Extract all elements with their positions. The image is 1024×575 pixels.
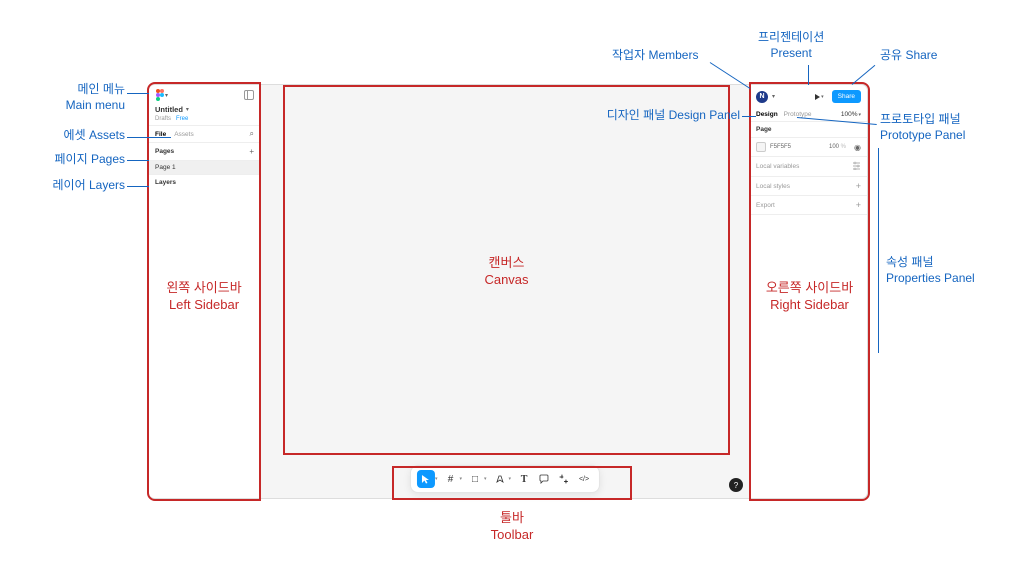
- present-button[interactable]: ▾: [811, 92, 828, 102]
- add-export-button[interactable]: +: [856, 200, 861, 210]
- label-share: 공유 Share: [880, 48, 937, 64]
- toolbar: ▾ #▾ □▾ ▾ T </>: [410, 465, 600, 493]
- sliders-icon[interactable]: [852, 161, 861, 172]
- local-styles-label[interactable]: Local styles: [756, 183, 790, 190]
- label-main-menu: 메인 메뉴Main menu: [20, 82, 125, 113]
- breadcrumb-free-badge: Free: [176, 116, 188, 122]
- panel-toggle-icon[interactable]: [244, 90, 254, 100]
- add-style-button[interactable]: +: [856, 181, 861, 191]
- layers-section-label: Layers: [149, 175, 260, 190]
- label-assets: 에셋 Assets: [20, 128, 125, 144]
- text-tool[interactable]: T: [515, 470, 533, 488]
- leader-line: [878, 148, 879, 353]
- tool-caret-icon[interactable]: ▾: [509, 476, 512, 482]
- zoom-control[interactable]: 100% ▾: [841, 111, 861, 118]
- tab-file[interactable]: File: [155, 131, 166, 138]
- label-layers: 레이어 Layers: [20, 178, 125, 194]
- pen-tool[interactable]: [491, 470, 509, 488]
- page-heading: Page: [750, 122, 867, 138]
- move-tool[interactable]: [417, 470, 435, 488]
- help-button[interactable]: ?: [729, 478, 743, 492]
- search-icon[interactable]: ⌕: [250, 129, 254, 139]
- leader-line: [127, 160, 149, 161]
- export-label[interactable]: Export: [756, 202, 775, 209]
- label-pages: 페이지 Pages: [20, 152, 125, 168]
- tab-prototype[interactable]: Prototype: [784, 111, 812, 118]
- actions-tool[interactable]: [555, 470, 573, 488]
- label-design-panel: 디자인 패널 Design Panel: [520, 108, 740, 124]
- play-icon: [815, 94, 820, 100]
- local-variables-label[interactable]: Local variables: [756, 163, 799, 170]
- visibility-icon[interactable]: ◉: [854, 143, 861, 152]
- pages-section-label: Pages: [155, 148, 174, 155]
- tab-design[interactable]: Design: [756, 111, 778, 118]
- members-caret-icon[interactable]: ▾: [772, 93, 775, 100]
- label-toolbar: 툴바Toolbar: [392, 510, 632, 544]
- main-menu-button[interactable]: [155, 90, 165, 100]
- tool-caret-icon[interactable]: ▾: [484, 476, 487, 482]
- tab-assets[interactable]: Assets: [174, 131, 194, 138]
- document-title[interactable]: Untitled: [155, 105, 183, 114]
- leader-line: [127, 186, 149, 187]
- label-members: 작업자 Members: [612, 48, 698, 64]
- label-properties-panel: 속성 패널Properties Panel: [886, 255, 975, 286]
- canvas[interactable]: ▾ #▾ □▾ ▾ T </> ?: [261, 85, 749, 498]
- color-swatch[interactable]: [756, 142, 766, 152]
- breadcrumb-drafts[interactable]: Drafts: [155, 116, 171, 122]
- document-title-caret-icon: ▾: [186, 106, 189, 113]
- member-avatar[interactable]: N: [756, 91, 768, 103]
- leader-line: [127, 93, 149, 94]
- background-color-row[interactable]: F5F5F5 100 % ◉: [750, 138, 867, 157]
- dev-mode-tool[interactable]: </>: [575, 470, 593, 488]
- label-right-sidebar: 오른쪽 사이드바Right Sidebar: [749, 280, 870, 314]
- main-menu-caret-icon: ▾: [165, 92, 168, 99]
- present-caret-icon: ▾: [821, 94, 824, 100]
- frame-tool[interactable]: #: [441, 470, 459, 488]
- share-button[interactable]: Share: [832, 90, 861, 103]
- color-opacity-value[interactable]: 100 %: [829, 144, 846, 150]
- label-prototype-panel: 프로토타입 패널Prototype Panel: [880, 112, 965, 143]
- zoom-caret-icon: ▾: [858, 112, 861, 118]
- leader-line: [808, 65, 809, 85]
- shape-tool[interactable]: □: [466, 470, 484, 488]
- color-hex-value[interactable]: F5F5F5: [770, 144, 791, 150]
- tool-caret-icon[interactable]: ▾: [459, 476, 462, 482]
- zoom-value: 100%: [841, 111, 858, 118]
- page-item[interactable]: Page 1: [149, 161, 260, 175]
- label-left-sidebar: 왼쪽 사이드바Left Sidebar: [148, 280, 260, 314]
- label-canvas: 캔버스Canvas: [283, 255, 730, 289]
- add-page-button[interactable]: +: [249, 147, 254, 156]
- tool-caret-icon[interactable]: ▾: [435, 476, 438, 482]
- comment-tool[interactable]: [535, 470, 553, 488]
- label-present: 프리젠테이션Present: [758, 30, 824, 61]
- leader-line: [852, 65, 876, 85]
